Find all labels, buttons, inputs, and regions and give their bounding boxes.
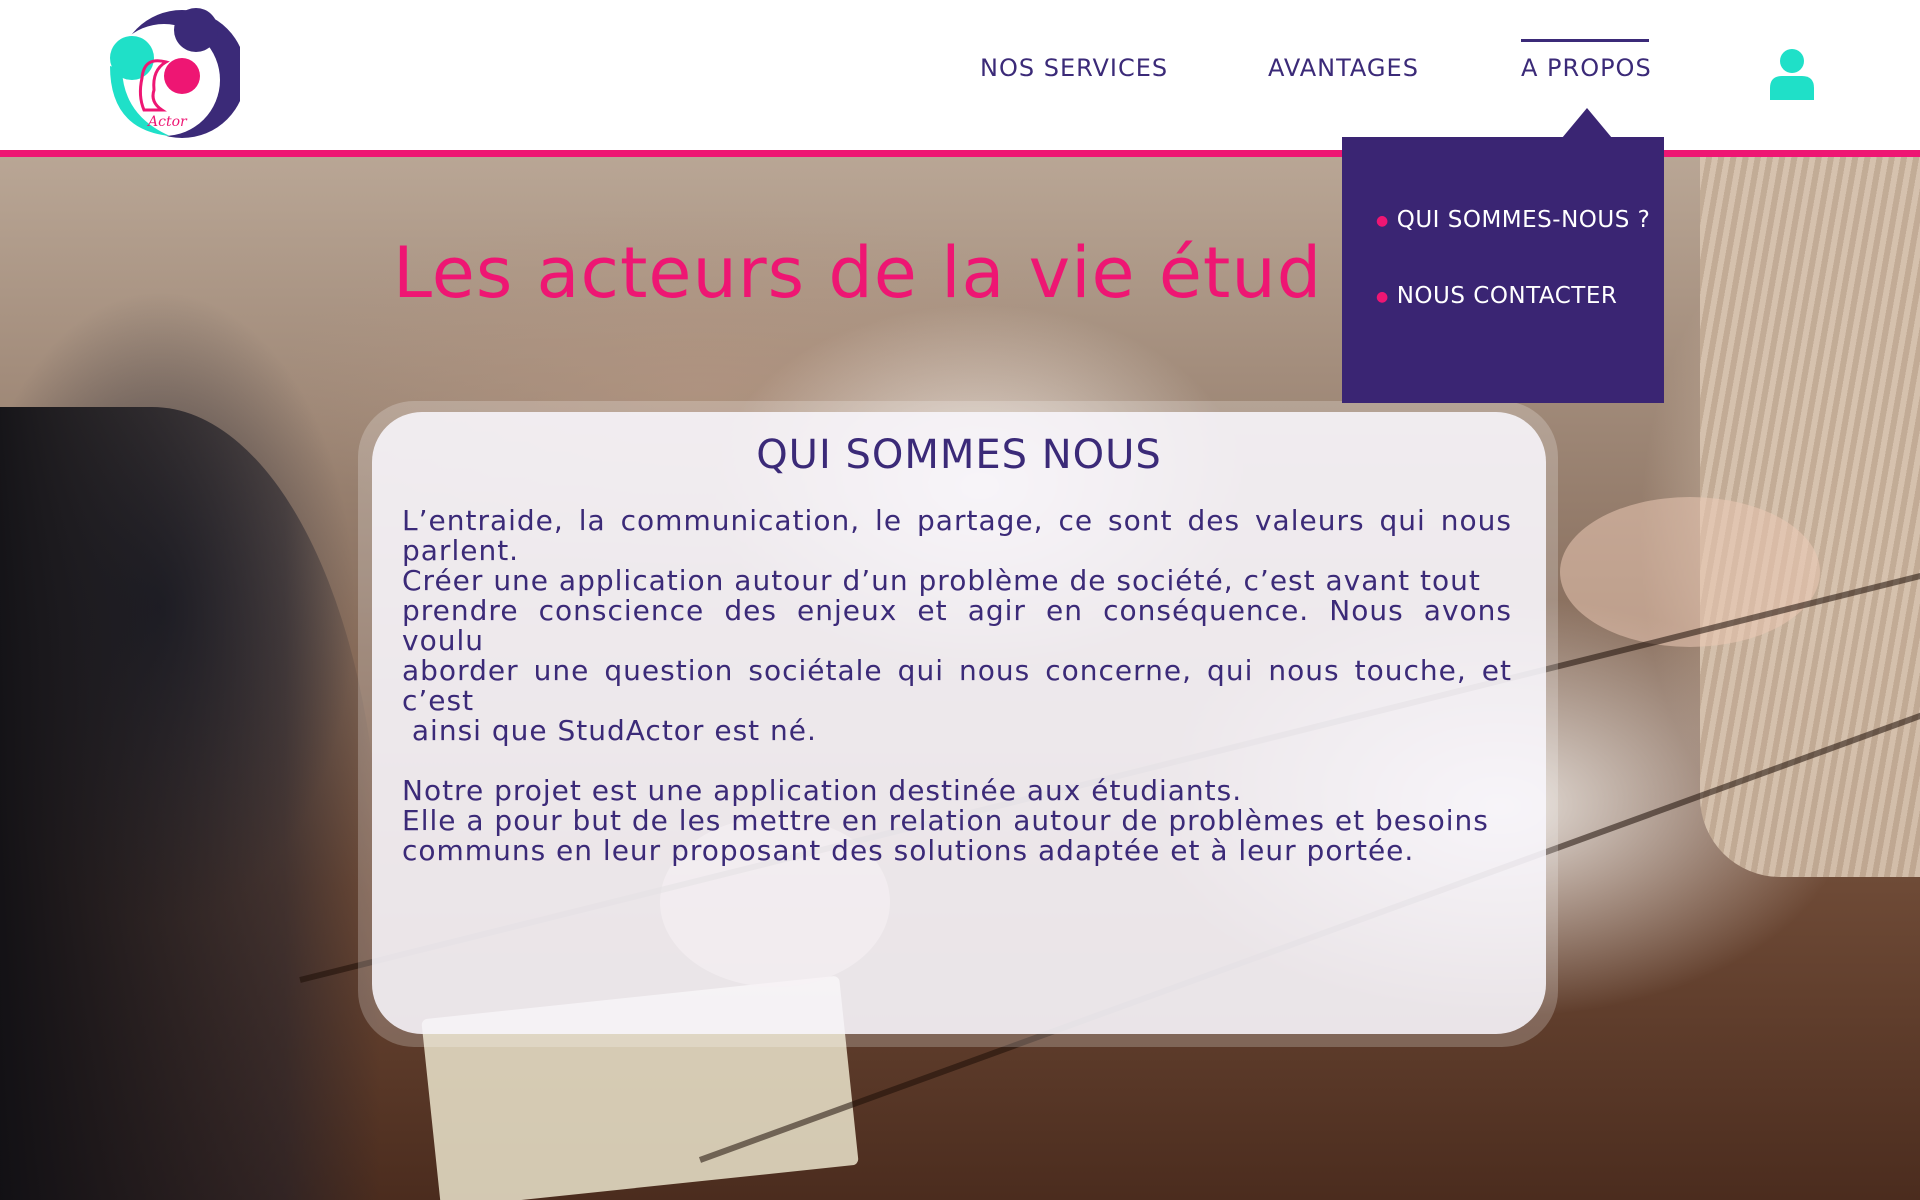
dropdown-item-qui-sommes-nous[interactable]: ● QUI SOMMES-NOUS ? xyxy=(1376,207,1650,233)
card-title: QUI SOMMES NOUS xyxy=(756,432,1162,478)
user-icon[interactable] xyxy=(1770,48,1814,100)
bullet-icon: ● xyxy=(1376,212,1389,229)
bullet-icon: ● xyxy=(1376,288,1389,305)
nav-item-services[interactable]: NOS SERVICES xyxy=(980,54,1168,82)
photo-hand xyxy=(1560,497,1820,647)
body-line: ainsi que StudActor est né. xyxy=(402,714,817,747)
body-line: Elle a pour but de les mettre en relatio… xyxy=(402,804,1489,837)
hero-title: Les acteurs de la vie étud xyxy=(393,232,1323,314)
nav-item-apropos[interactable]: A PROPOS xyxy=(1521,54,1652,82)
about-card: QUI SOMMES NOUS L’entraide, la communica… xyxy=(372,412,1546,1034)
body-line: aborder une question sociétale qui nous … xyxy=(402,654,1512,717)
dropdown-item-label: QUI SOMMES-NOUS ? xyxy=(1396,207,1651,233)
nav-item-avantages[interactable]: AVANTAGES xyxy=(1268,54,1419,82)
logo[interactable]: Actor xyxy=(104,6,240,142)
logo-icon: Actor xyxy=(108,8,240,138)
nav-active-indicator xyxy=(1521,39,1649,42)
card-body: L’entraide, la communication, le partage… xyxy=(402,506,1512,866)
dropdown-item-label: NOUS CONTACTER xyxy=(1396,283,1618,309)
apropos-dropdown-menu: ● QUI SOMMES-NOUS ? ● NOUS CONTACTER xyxy=(1342,137,1664,403)
body-line: Notre projet est une application destiné… xyxy=(402,774,1243,807)
site-header: Actor NOS SERVICES AVANTAGES A PROPOS xyxy=(0,0,1920,150)
body-line: Créer une application autour d’un problè… xyxy=(402,564,1481,597)
photo-sleeve xyxy=(0,407,380,1200)
body-line: prendre conscience des enjeux et agir en… xyxy=(402,594,1512,657)
dropdown-item-nous-contacter[interactable]: ● NOUS CONTACTER xyxy=(1376,283,1617,309)
body-line: L’entraide, la communication, le partage… xyxy=(402,504,1512,567)
body-line: communs en leur proposant des solutions … xyxy=(402,834,1415,867)
svg-text:Actor: Actor xyxy=(146,114,188,130)
dropdown-caret xyxy=(1562,108,1612,138)
